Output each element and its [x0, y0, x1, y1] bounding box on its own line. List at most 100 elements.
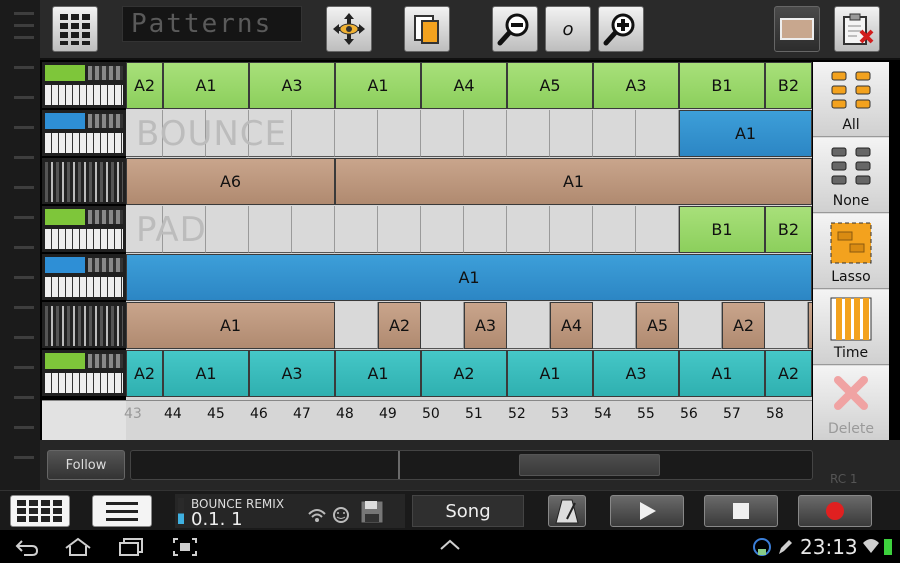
zoom-level[interactable]: o [545, 6, 591, 52]
follow-button[interactable]: Follow [47, 450, 125, 480]
play-icon [640, 502, 656, 520]
clone-button[interactable] [404, 6, 450, 52]
wifi-icon [863, 539, 879, 553]
view-toggle-button[interactable] [774, 6, 820, 52]
save-disk-icon[interactable] [359, 499, 385, 525]
pattern-block[interactable]: B2 [765, 62, 812, 109]
move-button[interactable] [326, 6, 372, 52]
track-thumb-synth[interactable] [42, 350, 126, 397]
menu-button[interactable] [92, 495, 152, 527]
pattern-block[interactable]: A1 [335, 350, 421, 397]
zoom-in-button[interactable] [598, 6, 644, 52]
back-icon[interactable] [14, 537, 40, 557]
pattern-block[interactable]: A3 [249, 62, 335, 109]
left-rail [0, 0, 40, 490]
time-select-button[interactable]: Time [813, 290, 889, 365]
pattern-block[interactable]: A2 [765, 350, 812, 397]
recent-apps-icon[interactable] [118, 537, 144, 557]
clear-clipboard-button[interactable] [834, 6, 880, 52]
time-columns-icon [830, 297, 872, 341]
bar-number: 43 [124, 406, 142, 422]
bar-ruler[interactable]: 43 44 45 46 47 48 49 50 51 52 53 54 55 5… [42, 400, 812, 441]
pattern-block[interactable]: A3 [593, 350, 679, 397]
pattern-block[interactable]: A3 [593, 62, 679, 109]
system-bar: 23:13 [0, 530, 900, 563]
bar-number: 44 [164, 406, 182, 422]
rail-mark [14, 36, 34, 39]
zoom-out-icon [497, 13, 529, 46]
pattern-block[interactable]: A2 [722, 302, 765, 349]
pattern-block[interactable]: A2 [126, 62, 163, 109]
pattern-block[interactable]: B1 [679, 206, 765, 253]
select-none-button[interactable]: None [813, 138, 889, 213]
grid-menu-button[interactable] [52, 6, 98, 52]
track-thumb-drums[interactable] [42, 302, 126, 349]
pattern-block-edge[interactable] [808, 302, 812, 349]
pattern-block[interactable]: A3 [249, 350, 335, 397]
pattern-block[interactable]: A3 [464, 302, 507, 349]
metronome-button[interactable] [548, 495, 586, 527]
lasso-button[interactable]: Lasso [813, 214, 889, 289]
pattern-block[interactable]: A2 [421, 350, 507, 397]
metronome-icon [555, 499, 579, 524]
rail-mark [14, 156, 34, 159]
top-toolbar: Patterns o [40, 0, 900, 60]
stop-button[interactable] [704, 495, 778, 527]
track-thumb-synth[interactable] [42, 62, 126, 109]
transport-bar: BOUNCE REMIX 0.1. 1 Song [0, 490, 900, 530]
bar-number: 56 [680, 406, 698, 422]
pads-button[interactable] [10, 495, 70, 527]
selection-tools: All None Lasso Time Delete [813, 62, 889, 441]
pattern-block[interactable]: A1 [679, 110, 812, 157]
pattern-block[interactable]: A1 [507, 350, 593, 397]
bar-number: 53 [551, 406, 569, 422]
notification-icon [753, 538, 771, 556]
rail-mark [14, 246, 34, 249]
track-label: PAD [136, 210, 207, 250]
zoom-out-button[interactable] [492, 6, 538, 52]
pattern-block[interactable]: A2 [378, 302, 421, 349]
rail-mark [14, 12, 34, 15]
rail-mark [14, 396, 34, 399]
pattern-block[interactable]: A5 [636, 302, 679, 349]
chevron-up-icon[interactable] [438, 537, 462, 553]
level-meter [178, 498, 184, 524]
pattern-block[interactable]: A1 [126, 254, 812, 301]
track-thumb-synth[interactable] [42, 254, 126, 301]
pattern-block[interactable]: A4 [421, 62, 507, 109]
track-thumb-drums[interactable] [42, 158, 126, 205]
track-thumb-synth[interactable] [42, 110, 126, 157]
pattern-block[interactable]: A1 [126, 302, 335, 349]
select-all-button[interactable]: All [813, 62, 889, 137]
scroll-thumb[interactable] [519, 454, 660, 476]
song-info[interactable]: BOUNCE REMIX 0.1. 1 [175, 494, 405, 530]
track-thumb-synth[interactable] [42, 206, 126, 253]
song-mode-button[interactable]: Song [412, 495, 524, 527]
pattern-block[interactable]: A2 [126, 350, 163, 397]
pattern-block[interactable]: A5 [507, 62, 593, 109]
grid-icon [60, 14, 90, 45]
pattern-block[interactable]: A1 [163, 62, 249, 109]
home-icon[interactable] [64, 537, 92, 557]
bar-number: 48 [336, 406, 354, 422]
song-overview-scrollbar[interactable] [130, 450, 813, 480]
pattern-block[interactable]: A1 [335, 158, 812, 205]
bar-number: 58 [766, 406, 784, 422]
pattern-block[interactable]: A1 [335, 62, 421, 109]
delete-x-icon [834, 376, 868, 410]
play-button[interactable] [610, 495, 684, 527]
rail-mark [14, 336, 34, 339]
delete-button[interactable]: Delete [813, 366, 889, 441]
pattern-block[interactable]: B2 [765, 206, 812, 253]
pattern-block[interactable]: B1 [679, 62, 765, 109]
pattern-block[interactable]: A1 [679, 350, 765, 397]
pattern-block[interactable]: A4 [550, 302, 593, 349]
track-row: A2 A1 A3 A1 A2 A1 A3 A1 A2 [126, 350, 812, 397]
pattern-grid[interactable]: A2 A1 A3 A1 A4 A5 A3 B1 B2 BOUNCE A1 A6 … [126, 62, 812, 400]
pattern-block[interactable]: A6 [126, 158, 335, 205]
playhead-marker [398, 451, 400, 479]
clipboard-delete-icon [843, 13, 874, 45]
pattern-block[interactable]: A1 [163, 350, 249, 397]
record-button[interactable] [798, 495, 872, 527]
screenshot-icon[interactable] [172, 537, 198, 557]
